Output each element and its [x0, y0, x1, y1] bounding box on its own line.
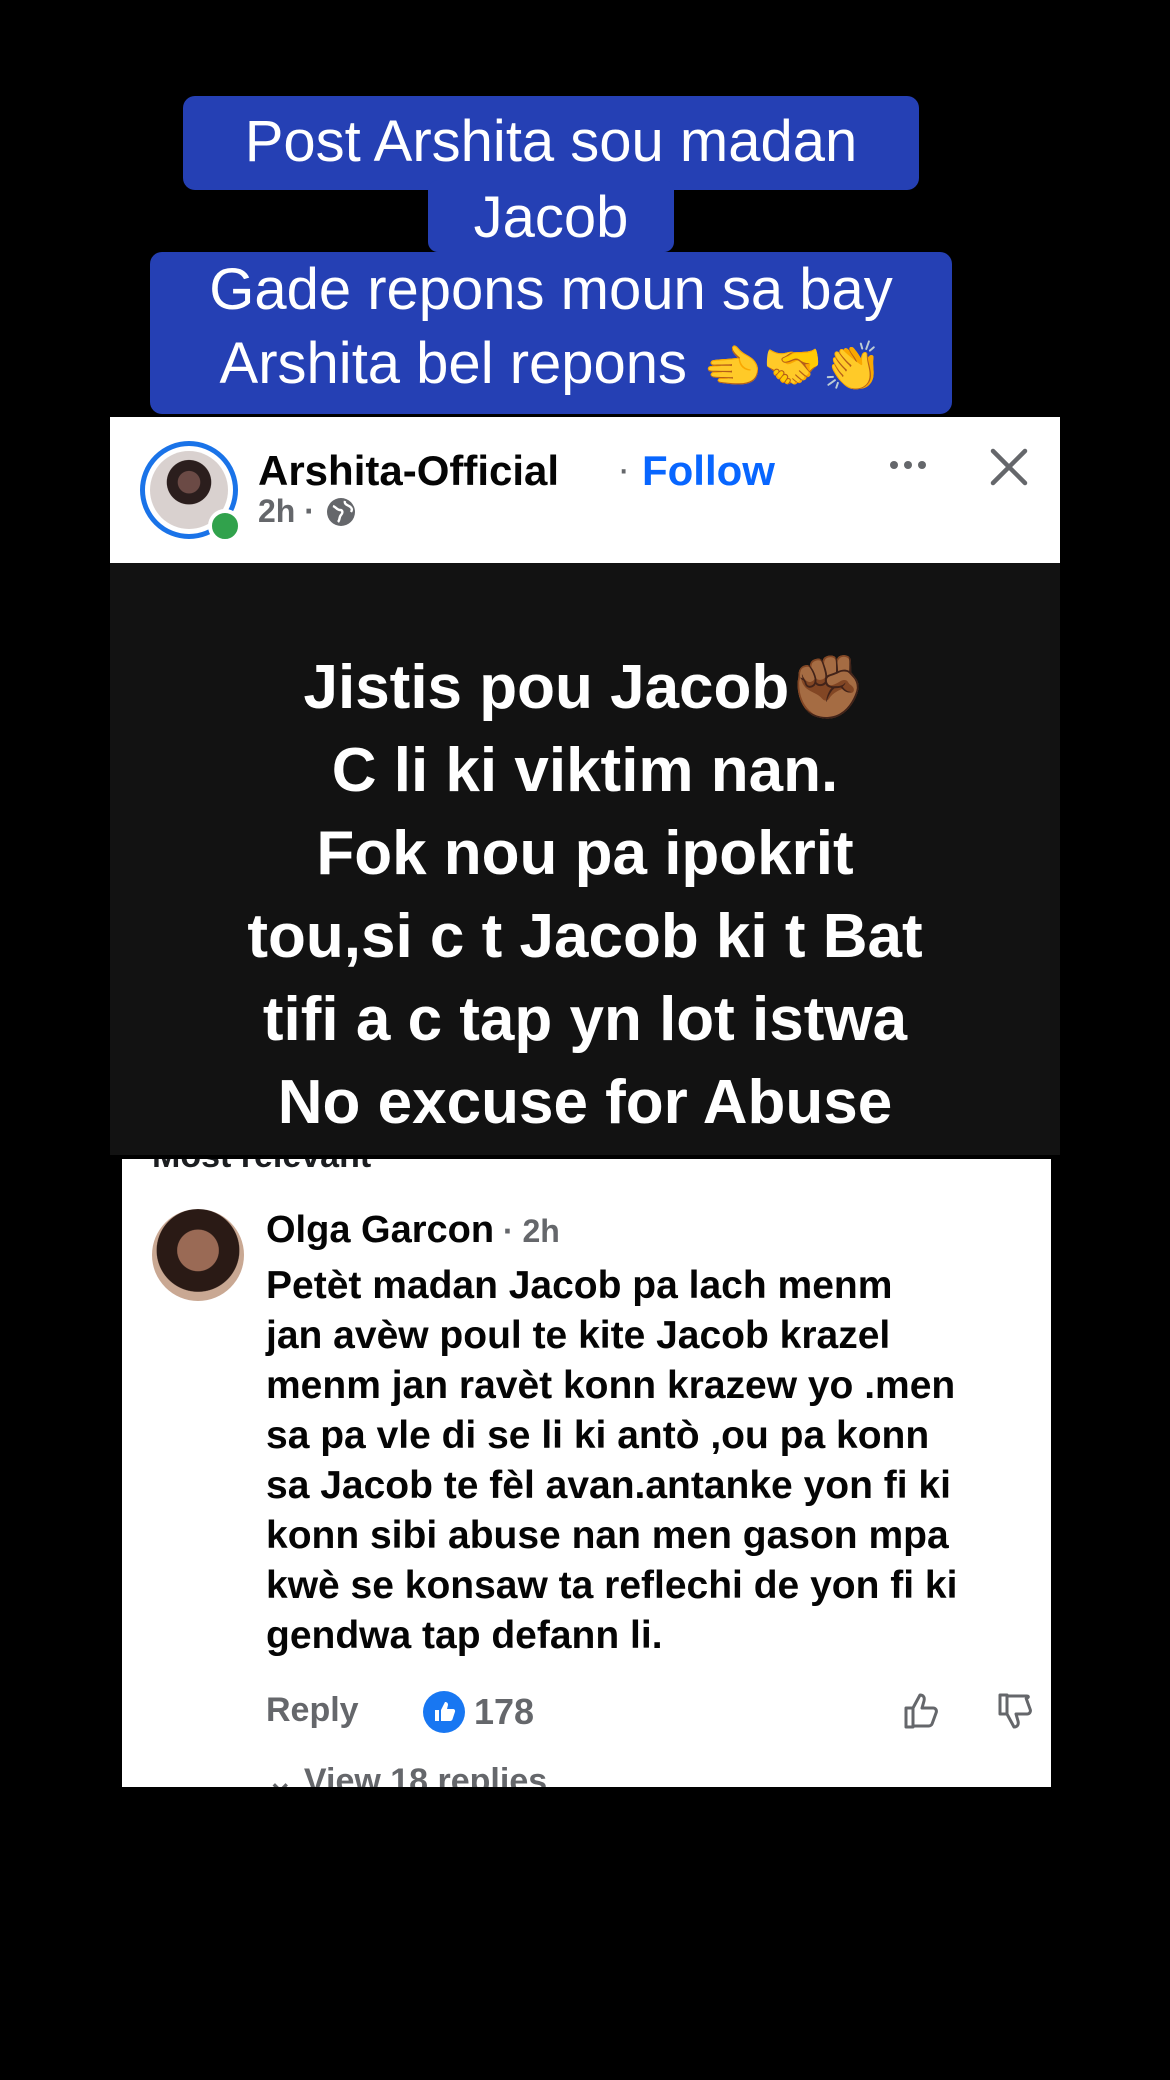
comment-header: Olga Garcon · 2h: [266, 1209, 560, 1252]
close-icon[interactable]: [985, 443, 1033, 491]
comment-line: Petèt madan Jacob pa lach menm: [266, 1264, 893, 1307]
view-replies-link[interactable]: ⌄ View 18 replies: [266, 1761, 547, 1787]
caption-line-2: Jacob: [428, 180, 674, 252]
post-line-2: C li ki viktim nan.: [331, 736, 839, 805]
commenter-avatar[interactable]: [152, 1209, 244, 1301]
thumbs-down-icon[interactable]: [994, 1689, 1038, 1733]
globe-icon: [325, 496, 357, 528]
caption-emoji: 🫲🤝👏: [703, 339, 883, 395]
post-line-5: tifi a c tap yn lot istwa: [262, 985, 908, 1054]
like-reaction-icon: [423, 1691, 465, 1733]
online-status-dot: [208, 509, 242, 543]
post-text: Jistis pou Jacob✊🏾 C li ki viktim nan. F…: [110, 645, 1060, 1144]
separator-dot: ·: [617, 447, 631, 491]
comment-time: · 2h: [494, 1213, 560, 1249]
caption-line-4-text: Arshita bel repons: [219, 331, 704, 396]
reply-button[interactable]: Reply: [266, 1691, 359, 1730]
post-text-background: Jistis pou Jacob✊🏾 C li ki viktim nan. F…: [110, 563, 1060, 1155]
post-line-6: No excuse for Abuse: [277, 1068, 893, 1137]
caption-line-3: Gade repons moun sa bay: [150, 252, 952, 328]
post-header: Arshita-Official · Follow 2h ·: [110, 417, 1060, 563]
comment-line: menm jan ravèt konn krazew yo .men: [266, 1364, 956, 1407]
comments-sort-header[interactable]: Most relevant: [152, 1159, 371, 1176]
raised-fist-emoji: ✊🏾: [789, 650, 867, 723]
comment-line: kwè se konsaw ta reflechi de yon fi ki: [266, 1564, 958, 1607]
comment-card: Most relevant Olga Garcon · 2h Petèt mad…: [122, 1159, 1051, 1787]
comment-text: Petèt madan Jacob pa lach menm jan avèw …: [266, 1261, 1046, 1661]
caption-line-1: Post Arshita sou madan: [183, 96, 919, 190]
like-count[interactable]: 178: [474, 1691, 534, 1733]
post-line-1: Jistis pou Jacob✊🏾: [303, 650, 867, 723]
page-name[interactable]: Arshita-Official: [258, 447, 559, 495]
comment-line: jan avèw poul te kite Jacob krazel: [266, 1314, 891, 1357]
comment-line: konn sibi abuse nan men gason mpa: [266, 1514, 949, 1557]
post-line-3: Fok nou pa ipokrit: [316, 819, 854, 888]
comment-line: sa pa vle di se li ki antò ,ou pa konn: [266, 1414, 930, 1457]
post-time: 2h ·: [258, 493, 315, 529]
comment-line: gendwa tap defann li.: [266, 1614, 663, 1657]
follow-button[interactable]: Follow: [642, 447, 775, 495]
commenter-name[interactable]: Olga Garcon: [266, 1209, 494, 1251]
more-options-icon[interactable]: [878, 445, 938, 485]
post-meta: 2h ·: [258, 493, 357, 530]
comment-actions: Reply 178: [266, 1689, 1046, 1739]
thumbs-up-icon[interactable]: [900, 1689, 944, 1733]
post-line-4: tou,si c t Jacob ki t Bat: [247, 902, 923, 971]
comment-line: sa Jacob te fèl avan.antanke yon fi ki: [266, 1464, 951, 1507]
caption-line-4: Arshita bel repons 🫲🤝👏: [150, 326, 952, 414]
